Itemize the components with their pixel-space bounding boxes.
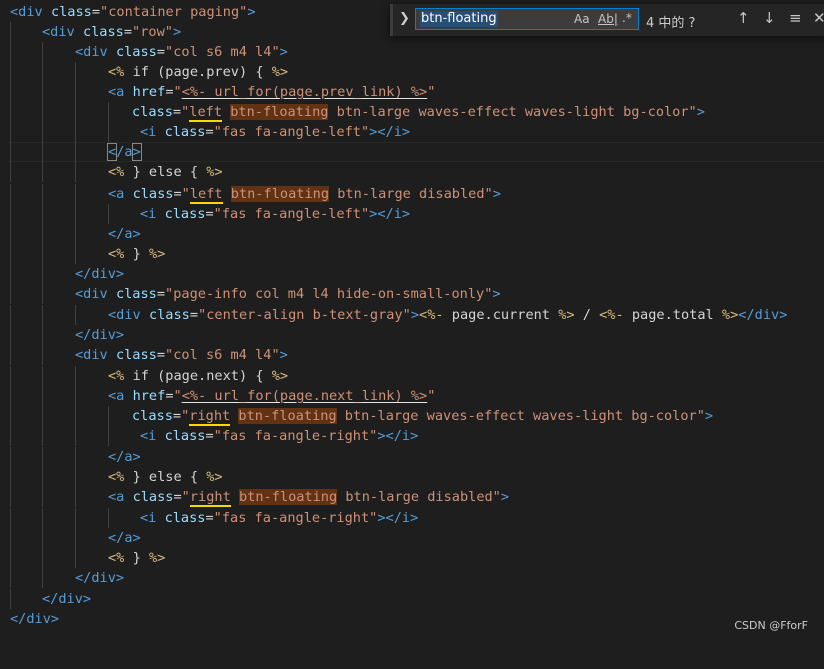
code-line: <% } else { %> xyxy=(0,467,824,487)
arrow-up-icon[interactable]: ↑ xyxy=(737,9,750,27)
code-line: </div> xyxy=(0,325,824,345)
code-line: <div class="col s6 m4 l4"> xyxy=(0,345,824,365)
whole-word-toggle[interactable]: Ab| xyxy=(598,12,618,26)
find-widget: ❯ btn-floating Aa Ab| .* 4 中的 ? ↑ ↓ ≡ ✕ xyxy=(390,4,824,36)
code-line: class="left btn-floating btn-large waves… xyxy=(0,102,824,122)
code-line: <% } %> xyxy=(0,548,824,568)
code-line: <% } %> xyxy=(0,244,824,264)
code-line: class="right btn-floating btn-large wave… xyxy=(0,406,824,426)
code-line: <div class="center-align b-text-gray"><%… xyxy=(0,305,824,325)
close-icon[interactable]: ✕ xyxy=(813,9,824,27)
code-editor[interactable]: <div class="container paging"> <div clas… xyxy=(0,0,824,640)
code-line: <i class="fas fa-angle-right"></i> xyxy=(0,508,824,528)
match-case-toggle[interactable]: Aa xyxy=(574,12,590,26)
code-line: </div> xyxy=(0,264,824,284)
code-line: <a href="<%- url_for(page.next_link) %>" xyxy=(0,386,824,406)
find-in-selection-icon[interactable]: ≡ xyxy=(789,9,802,27)
code-line: <i class="fas fa-angle-left"></i> xyxy=(0,204,824,224)
code-line: <a href="<%- url_for(page.prev_link) %>" xyxy=(0,82,824,102)
find-result-count: 4 中的 ? xyxy=(646,16,696,31)
code-line: <% } else { %> xyxy=(0,162,824,182)
find-input[interactable]: btn-floating Aa Ab| .* xyxy=(415,8,639,30)
arrow-down-icon[interactable]: ↓ xyxy=(763,9,776,27)
code-line: </div> xyxy=(10,611,60,627)
code-line: </div> xyxy=(0,589,824,609)
code-line: <a class="left btn-floating btn-large di… xyxy=(0,184,824,204)
code-line: <i class="fas fa-angle-right"></i> xyxy=(0,426,824,446)
code-line: </a> xyxy=(0,224,824,244)
chevron-right-icon[interactable]: ❯ xyxy=(399,11,410,26)
regex-toggle[interactable]: .* xyxy=(622,11,632,25)
code-line: <% if (page.prev) { %> xyxy=(0,62,824,82)
code-line: <i class="fas fa-angle-left"></i> xyxy=(0,122,824,142)
find-query[interactable]: btn-floating xyxy=(420,11,498,27)
code-line: </div> xyxy=(0,568,824,588)
code-line: <a class="right btn-floating btn-large d… xyxy=(0,487,824,507)
code-line: <div class="page-info col m4 l4 hide-on-… xyxy=(0,284,824,304)
code-line: </a> xyxy=(0,447,824,467)
watermark: CSDN @FforF xyxy=(734,619,808,632)
code-line: </a> xyxy=(0,142,824,162)
code-line: <div class="col s6 m4 l4"> xyxy=(0,42,824,62)
code-line: </a> xyxy=(0,528,824,548)
code-line: <% if (page.next) { %> xyxy=(0,366,824,386)
